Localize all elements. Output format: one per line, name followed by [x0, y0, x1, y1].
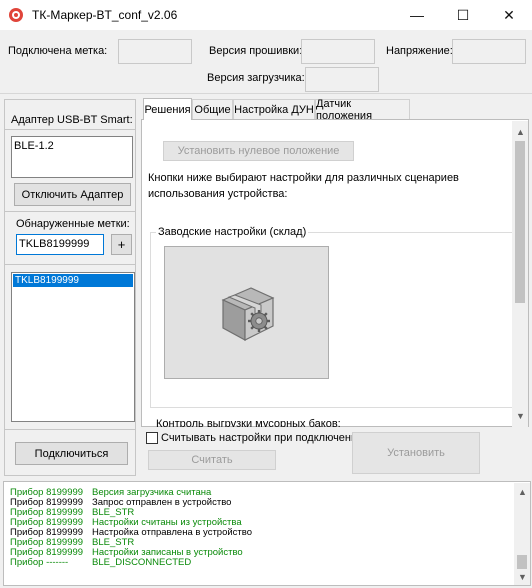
divider	[5, 429, 135, 430]
bootloader-field	[305, 67, 379, 92]
add-tag-button[interactable]: +	[111, 234, 132, 255]
tag-input-value: TKLB8199999	[19, 238, 90, 250]
minimize-button[interactable]: —	[394, 0, 440, 30]
factory-settings-button[interactable]	[164, 246, 329, 379]
voltage-field	[452, 39, 526, 64]
divider	[5, 211, 135, 212]
tab-solutions[interactable]: Решения	[143, 98, 192, 120]
scroll-down-arrow-icon[interactable]: ▼	[516, 411, 525, 421]
firmware-field	[301, 39, 375, 64]
tags-list[interactable]: TKLB8199999	[11, 272, 135, 422]
log-scroll-thumb[interactable]	[517, 555, 527, 569]
connected-tag-field	[118, 39, 192, 64]
adapter-panel: Адаптер USB-BT Smart: BLE-1.2 Отключить …	[4, 99, 136, 476]
log-vertical-scrollbar[interactable]: ▲ ▼	[514, 483, 530, 585]
set-zero-button[interactable]: Установить нулевое положение	[163, 141, 354, 161]
tab-general[interactable]: Общие	[192, 99, 233, 119]
log-scroll-down-arrow-icon[interactable]: ▼	[518, 572, 527, 582]
title-bar: ТК-Маркер-BT_conf_v2.06 — ☐ ✕	[0, 0, 532, 30]
read-on-connect-checkbox[interactable]	[146, 432, 158, 444]
tag-input[interactable]: TKLB8199999	[16, 234, 104, 255]
connected-tag-label: Подключена метка:	[8, 45, 108, 57]
adapter-value: BLE-1.2	[14, 140, 54, 152]
tags-list-item[interactable]: TKLB8199999	[13, 274, 133, 287]
apply-button[interactable]: Установить	[352, 432, 480, 474]
bootloader-label: Версия загрузчика:	[207, 72, 305, 84]
next-group-clip: Контроль выгрузки мусорных баков:	[142, 408, 512, 427]
tab-dun-settings[interactable]: Настройка ДУН	[233, 99, 315, 119]
firmware-label: Версия прошивки:	[209, 45, 303, 57]
description-line-2: использования устройства:	[148, 188, 288, 200]
tab-vertical-scrollbar[interactable]: ▲ ▼	[512, 121, 528, 427]
description-line-1: Кнопки ниже выбирают настройки для разли…	[148, 172, 459, 184]
log-panel: Прибор 8199999 Версия загрузчика считана …	[3, 481, 531, 586]
tab-page-solutions: Установить нулевое положение Кнопки ниже…	[141, 119, 529, 427]
read-button[interactable]: Считать	[148, 450, 276, 470]
app-logo-icon	[9, 8, 23, 22]
tab-position-sensor[interactable]: Датчик положения	[315, 98, 410, 122]
adapter-field[interactable]: BLE-1.2	[11, 136, 133, 178]
divider	[5, 129, 135, 130]
divider	[5, 264, 135, 265]
connect-button[interactable]: Подключиться	[15, 442, 128, 465]
scroll-up-arrow-icon[interactable]: ▲	[516, 127, 525, 137]
close-button[interactable]: ✕	[486, 0, 532, 30]
factory-settings-group-label: Заводские настройки (склад)	[156, 226, 309, 238]
maximize-button[interactable]: ☐	[440, 0, 486, 30]
log-line: Прибор ------- BLE_DISCONNECTED	[10, 557, 192, 568]
read-on-connect-label: Считывать настройки при подключении	[161, 432, 364, 444]
window-title: ТК-Маркер-BT_conf_v2.06	[32, 8, 178, 22]
voltage-label: Напряжение:	[386, 45, 453, 57]
scroll-thumb[interactable]	[515, 141, 525, 303]
log-scroll-up-arrow-icon[interactable]: ▲	[518, 487, 527, 497]
next-group-label: Контроль выгрузки мусорных баков:	[156, 418, 341, 427]
tab-control: Решения Общие Настройка ДУН Датчик полож…	[141, 98, 529, 427]
header-panel: Подключена метка: Версия прошивки: Напря…	[0, 30, 532, 94]
disconnect-adapter-button[interactable]: Отключить Адаптер	[14, 183, 131, 206]
adapter-title: Адаптер USB-BT Smart:	[11, 114, 133, 126]
found-tags-label: Обнаруженные метки:	[16, 218, 130, 230]
box-gear-icon	[221, 286, 274, 341]
